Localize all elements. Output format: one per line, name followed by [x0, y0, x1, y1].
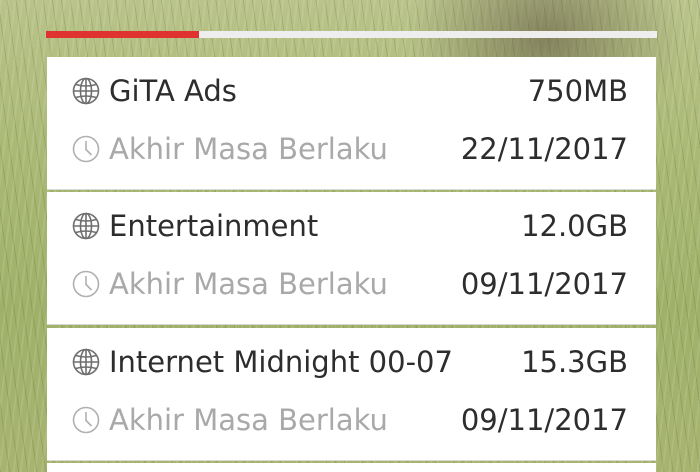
quota-progress-bar [46, 31, 657, 38]
package-name: Internet Midnight 00-07 [109, 345, 453, 379]
clock-icon [69, 132, 103, 166]
expiry-date: 09/11/2017 [460, 403, 628, 437]
clock-icon [69, 267, 103, 301]
globe-icon [69, 345, 103, 379]
quota-progress-fill [46, 31, 199, 38]
package-card-partial[interactable] [47, 463, 656, 472]
package-name: Entertainment [109, 209, 319, 243]
package-expiry-row: Akhir Masa Berlaku 09/11/2017 [69, 262, 628, 306]
globe-icon [69, 74, 103, 108]
package-expiry-row: Akhir Masa Berlaku 22/11/2017 [69, 127, 628, 171]
expiry-date: 22/11/2017 [460, 132, 628, 166]
expiry-label: Akhir Masa Berlaku [109, 267, 388, 301]
expiry-date: 09/11/2017 [460, 267, 628, 301]
package-expiry-row: Akhir Masa Berlaku 09/11/2017 [69, 398, 628, 442]
package-card[interactable]: Internet Midnight 00-07 15.3GB Akhir Mas… [47, 328, 656, 461]
clock-icon [69, 403, 103, 437]
package-name-row: Entertainment 12.0GB [69, 204, 628, 248]
expiry-label: Akhir Masa Berlaku [109, 403, 388, 437]
package-card[interactable]: Entertainment 12.0GB Akhir Masa Berlaku … [47, 192, 656, 325]
package-card[interactable]: GiTA Ads 750MB Akhir Masa Berlaku 22/11/… [47, 57, 656, 190]
package-name-row: Internet Midnight 00-07 15.3GB [69, 340, 628, 384]
package-screen: GiTA Ads 750MB Akhir Masa Berlaku 22/11/… [0, 0, 700, 472]
globe-icon [69, 209, 103, 243]
package-quota: 12.0GB [521, 209, 628, 243]
package-quota: 15.3GB [521, 345, 628, 379]
package-name-row: GiTA Ads 750MB [69, 69, 628, 113]
expiry-label: Akhir Masa Berlaku [109, 132, 388, 166]
package-name: GiTA Ads [109, 74, 237, 108]
package-quota: 750MB [527, 74, 628, 108]
